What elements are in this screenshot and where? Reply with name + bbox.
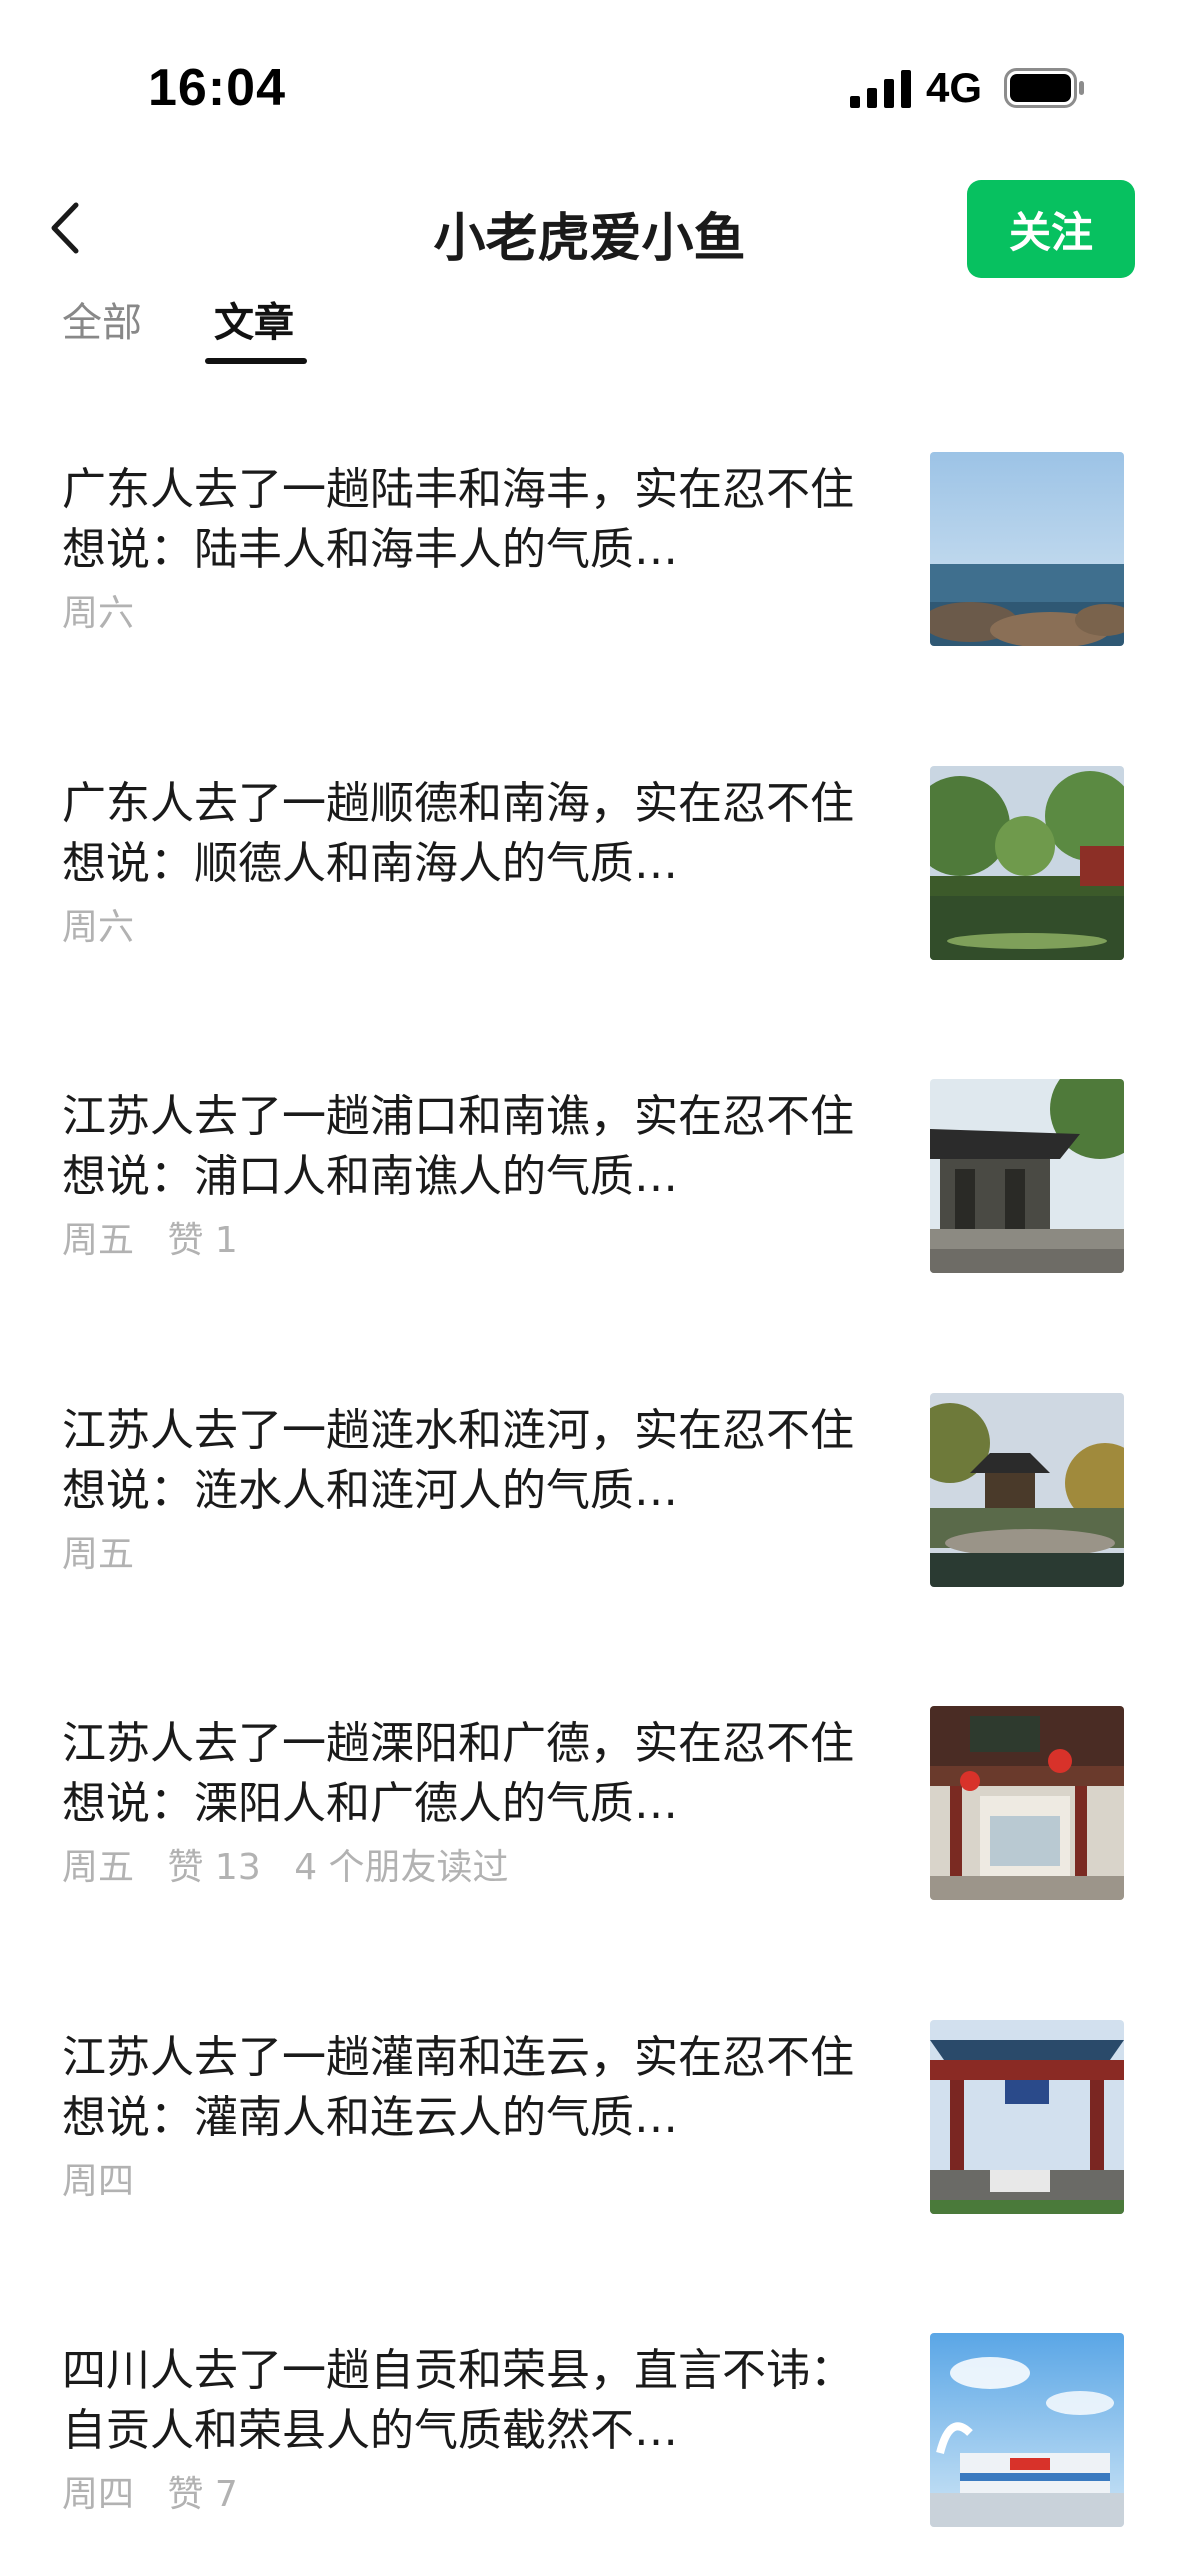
article-date: 周六 (62, 907, 135, 948)
article-date: 周四 (62, 2474, 135, 2515)
status-bar: 16:04 4G (0, 0, 1179, 160)
article-thumbnail (930, 2333, 1124, 2527)
article-item[interactable]: 江苏人去了一趟溧阳和广德，实在忍不住想说：溧阳人和广德人的气质… 周五 赞 13… (0, 1706, 1179, 2020)
article-date: 周四 (62, 2161, 135, 2202)
article-meta: 周五 赞 13 4 个朋友读过 (62, 1838, 531, 1890)
screen: 16:04 4G 小老虎爱小鱼 关注 全部 文章 广东人去了一趟陆丰和海丰，实在… (0, 0, 1179, 2556)
article-title: 广东人去了一趟顺德和南海，实在忍不住想说：顺德人和南海人的气质… (62, 778, 854, 889)
article-thumbnail (930, 1079, 1124, 1273)
article-meta: 周四 赞 7 (62, 2465, 260, 2517)
article-thumbnail (930, 452, 1124, 646)
article-meta: 周五 (62, 1525, 156, 1577)
article-meta: 周四 (62, 2152, 156, 2204)
article-date: 周五 (62, 1220, 135, 1261)
article-date: 周六 (62, 593, 135, 634)
tab-articles[interactable]: 文章 (214, 290, 294, 348)
article-thumbnail (930, 1393, 1124, 1587)
article-title: 四川人去了一趟自贡和荣县，直言不讳：自贡人和荣县人的气质截然不… (62, 2345, 854, 2456)
article-item[interactable]: 江苏人去了一趟灌南和连云，实在忍不住想说：灌南人和连云人的气质… 周四 (0, 2020, 1179, 2334)
article-title: 江苏人去了一趟涟水和涟河，实在忍不住想说：涟水人和涟河人的气质… (62, 1405, 854, 1516)
article-item[interactable]: 广东人去了一趟陆丰和海丰，实在忍不住想说：陆丰人和海丰人的气质… 周六 (0, 452, 1179, 766)
article-meta: 周五 赞 1 (62, 1211, 260, 1263)
article-thumbnail (930, 766, 1124, 960)
article-meta: 周六 (62, 898, 156, 950)
signal-strength-icon (850, 70, 911, 108)
article-title: 江苏人去了一趟浦口和南谯，实在忍不住想说：浦口人和南谯人的气质… (62, 1091, 854, 1202)
article-item[interactable]: 四川人去了一趟自贡和荣县，直言不讳：自贡人和荣县人的气质截然不… 周四 赞 7 (0, 2333, 1179, 2556)
follow-button[interactable]: 关注 (967, 180, 1135, 278)
article-likes: 赞 13 (167, 1847, 261, 1888)
article-item[interactable]: 广东人去了一趟顺德和南海，实在忍不住想说：顺德人和南海人的气质… 周六 (0, 766, 1179, 1080)
article-title: 江苏人去了一趟灌南和连云，实在忍不住想说：灌南人和连云人的气质… (62, 2032, 854, 2143)
article-thumbnail (930, 2020, 1124, 2214)
article-likes: 赞 7 (167, 2474, 238, 2515)
article-item[interactable]: 江苏人去了一趟浦口和南谯，实在忍不住想说：浦口人和南谯人的气质… 周五 赞 1 (0, 1079, 1179, 1393)
article-item[interactable]: 江苏人去了一趟涟水和涟河，实在忍不住想说：涟水人和涟河人的气质… 周五 (0, 1393, 1179, 1707)
article-thumbnail (930, 1706, 1124, 1900)
article-meta: 周六 (62, 584, 156, 636)
article-friends-read: 4 个朋友读过 (294, 1847, 509, 1888)
article-title: 广东人去了一趟陆丰和海丰，实在忍不住想说：陆丰人和海丰人的气质… (62, 464, 854, 575)
active-tab-indicator (205, 358, 307, 364)
tab-all[interactable]: 全部 (62, 290, 142, 348)
article-date: 周五 (62, 1534, 135, 1575)
article-title: 江苏人去了一趟溧阳和广德，实在忍不住想说：溧阳人和广德人的气质… (62, 1718, 854, 1829)
article-likes: 赞 1 (167, 1220, 238, 1261)
article-date: 周五 (62, 1847, 135, 1888)
battery-icon (1004, 68, 1084, 108)
status-time: 16:04 (148, 59, 286, 117)
network-type-label: 4G (926, 64, 983, 111)
